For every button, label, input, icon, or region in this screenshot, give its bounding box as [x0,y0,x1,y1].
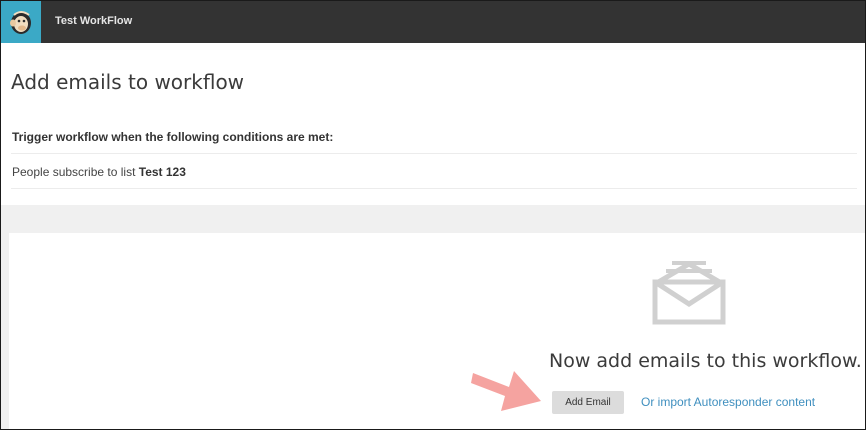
trigger-condition: People subscribe to list Test 123 [12,165,186,179]
arrow-icon [471,371,541,411]
emails-panel: Now add emails to this workflow. Add Ema… [9,233,865,429]
condition-list-name: Test 123 [138,165,186,179]
top-bar: Test WorkFlow [1,1,865,43]
page-title: Add emails to workflow [11,70,245,94]
add-email-button[interactable]: Add Email [552,391,624,414]
trigger-label: Trigger workflow when the following cond… [12,130,334,144]
empty-state-heading: Now add emails to this workflow. [549,350,862,372]
workflow-header: Add emails to workflow Trigger workflow … [1,43,865,205]
app-logo[interactable] [1,1,41,43]
divider [11,188,857,189]
import-autoresponder-link[interactable]: Or import Autoresponder content [641,395,815,409]
envelope-icon [652,261,726,325]
divider [11,153,857,154]
workflow-name: Test WorkFlow [55,15,133,27]
condition-prefix: People subscribe to list [12,165,136,179]
mailchimp-logo-icon [10,11,31,34]
app-window: Test WorkFlow Add emails to workflow Tri… [0,0,866,430]
